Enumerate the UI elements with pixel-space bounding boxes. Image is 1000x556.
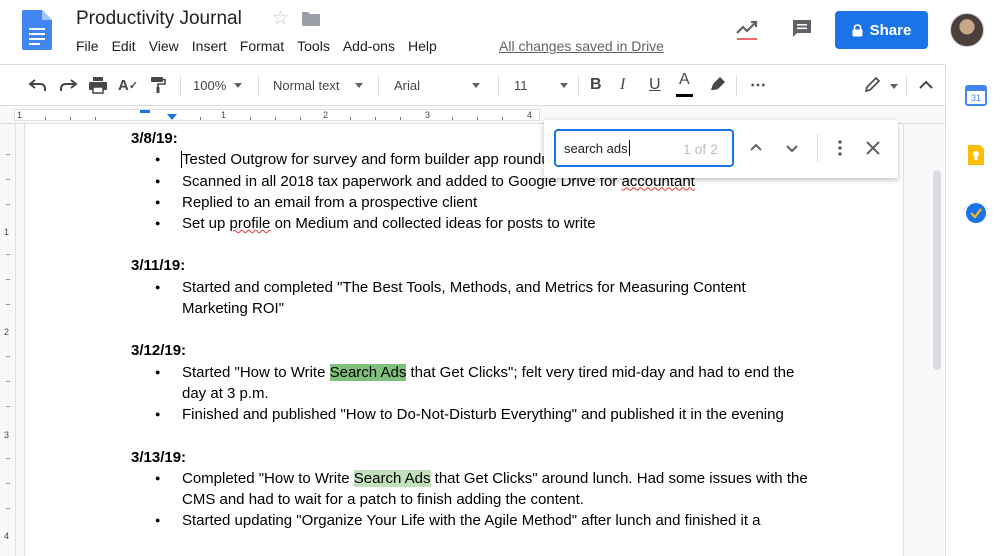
close-icon[interactable] [861,136,885,160]
document-canvas: 3/8/19: Tested Outgrow for survey and fo… [16,124,944,556]
list-item: Finished and published "How to Do-Not-Di… [131,404,811,426]
next-match-chevron-down-icon[interactable] [780,136,804,160]
list-item-text: Started and completed "The Best Tools, M… [182,278,746,318]
paint-format-icon[interactable] [150,76,166,94]
style-value: Normal text [273,77,340,93]
spelling-error[interactable]: profile [230,215,271,232]
list-item: Set up profile on Medium and collected i… [131,213,811,235]
menu-addons[interactable]: Add-ons [343,38,395,54]
find-options-more-icon[interactable] [828,136,852,160]
zoom-select[interactable]: 100% [193,65,243,105]
tasks-icon[interactable] [965,202,987,224]
list-item-text: Started "How to Write Search Ads that Ge… [182,363,795,402]
list-item: Completed "How to Write Search Ads that … [131,468,811,511]
svg-text:31: 31 [971,93,981,103]
zoom-value: 100% [193,77,227,93]
menu-format[interactable]: Format [240,38,284,54]
find-input[interactable]: search ads 1 of 2 [554,129,734,167]
document-body[interactable]: 3/8/19: Tested Outgrow for survey and fo… [131,128,811,532]
calendar-icon[interactable]: 31 [965,84,987,106]
entry-date: 3/13/19: [131,448,187,466]
vruler-number: 2 [4,327,10,337]
ruler-number: 1 [17,110,23,120]
menu-bar: File Edit View Insert Format Tools Add-o… [76,38,450,54]
formatting-toolbar: A ✓ 100% Normal text Arial 11 B I U A ⋯ [0,64,1000,106]
font-select[interactable]: Arial [394,65,481,105]
app-header: Productivity Journal ☆ File Edit View In… [0,0,1000,64]
first-line-indent-marker[interactable] [140,110,150,113]
edit-mode-caret[interactable] [890,84,898,89]
menu-insert[interactable]: Insert [192,38,227,54]
vruler-number: 4 [4,531,10,541]
style-select[interactable]: Normal text [273,65,364,105]
save-status-link[interactable]: All changes saved in Drive [499,38,664,54]
menu-view[interactable]: View [149,38,179,54]
menu-tools[interactable]: Tools [297,38,330,54]
docs-logo-icon[interactable] [22,10,52,50]
font-value: Arial [394,77,421,93]
menu-help[interactable]: Help [408,38,437,54]
list-item-text: Tested Outgrow for survey and form build… [182,151,559,169]
ruler-number: 2 [323,110,329,120]
find-match-count: 1 of 2 [682,141,718,157]
list-item-text: Completed "How to Write Search Ads that … [182,469,808,509]
document-page[interactable]: 3/8/19: Tested Outgrow for survey and fo… [24,124,904,556]
edit-mode-pencil-icon[interactable] [864,77,882,93]
list-item: Started "How to Write Search Ads that Ge… [131,362,811,405]
collapse-chevron-up-icon[interactable] [918,78,934,92]
vertical-ruler: 1 2 3 4 [0,124,16,556]
more-options-button[interactable]: ⋯ [750,65,766,105]
redo-icon[interactable] [58,76,78,94]
font-size-select[interactable]: 11 [514,65,568,105]
keep-notes-icon[interactable] [965,144,987,166]
ruler-number: 3 [425,110,431,120]
undo-icon[interactable] [28,76,48,94]
highlight-color-icon[interactable] [710,76,726,94]
document-title[interactable]: Productivity Journal [76,8,242,30]
list-item: Replied to an email from a prospective c… [131,192,811,214]
bold-button[interactable]: B [590,65,602,105]
spellcheck-icon[interactable]: A ✓ [118,65,138,105]
list-item: Started and completed "The Best Tools, M… [131,277,811,320]
scrollbar-thumb[interactable] [933,170,941,370]
italic-button[interactable]: I [620,65,625,105]
print-icon[interactable] [88,76,108,94]
ruler-number: 1 [221,110,227,120]
activity-dashboard-icon[interactable] [734,16,760,42]
find-query: search ads [564,140,628,156]
list-item: Started updating "Organize Your Life wit… [131,510,811,532]
avatar[interactable] [950,13,984,47]
find-bar: search ads 1 of 2 [544,120,898,178]
ruler-number: 4 [527,110,533,120]
comment-icon[interactable] [791,18,813,40]
text-color-button[interactable]: A [676,65,693,97]
list-item-text: Finished and published "How to Do-Not-Di… [182,406,784,424]
lock-icon [852,23,863,36]
vruler-number: 3 [4,430,10,440]
search-match-highlight: Search Ads [353,469,431,487]
search-match-highlight: Search Ads [329,363,407,381]
list-item-text: Replied to an email from a prospective c… [182,193,478,211]
menu-file[interactable]: File [76,38,99,54]
folder-icon[interactable] [302,12,320,26]
list-item-text: Started updating "Organize Your Life wit… [182,512,761,530]
previous-match-chevron-up-icon[interactable] [744,136,768,160]
ruler-track[interactable]: 1 1 2 3 4 [14,109,540,121]
entry-date: 3/12/19: [131,342,187,360]
vruler-number: 1 [4,227,10,237]
side-panel: 31 [945,64,1000,556]
star-icon[interactable]: ☆ [272,9,289,28]
share-button[interactable]: Share [835,11,928,49]
left-indent-marker[interactable] [167,114,177,120]
underline-button[interactable]: U [649,65,661,105]
list-item-text: Set up profile on Medium and collected i… [182,215,596,233]
menu-edit[interactable]: Edit [112,38,136,54]
entry-date: 3/11/19: [131,257,186,275]
share-label: Share [869,21,912,39]
vertical-scrollbar[interactable] [930,124,944,556]
font-size-value: 11 [514,77,528,93]
